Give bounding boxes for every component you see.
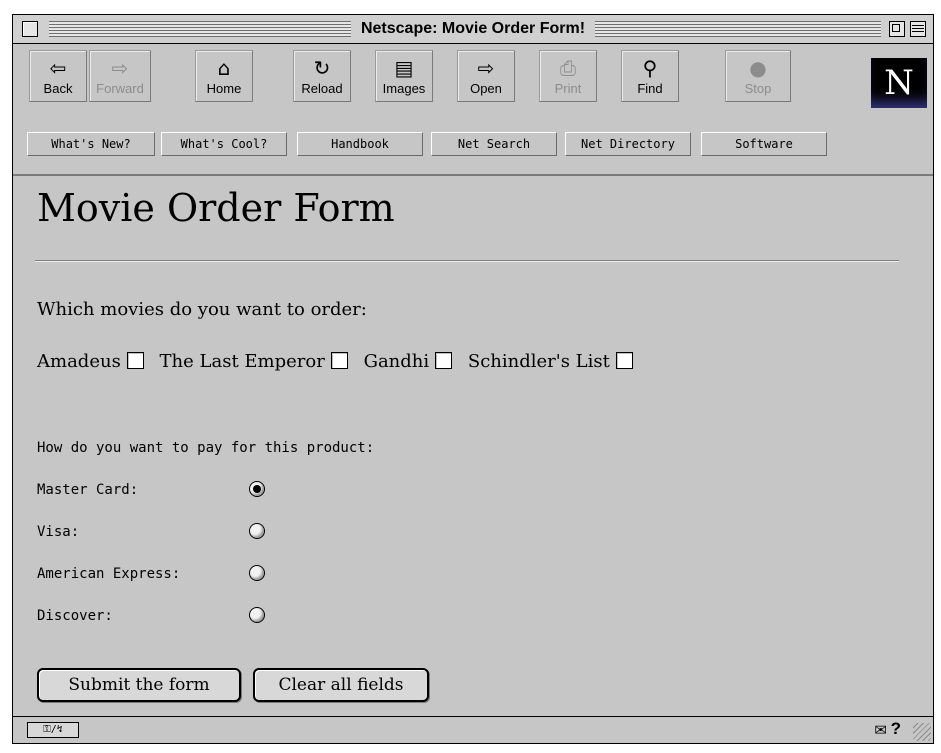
movie-options: Amadeus The Last Emperor Gandhi Schindle… [37,350,643,374]
open-label: Open [470,81,502,96]
status-bar: ⚿/↯ ✉ ? [13,716,933,743]
home-button[interactable]: ⌂ Home [195,50,253,102]
find-button[interactable]: ⚲ Find [621,50,679,102]
back-arrow-icon: ⇦ [49,56,67,80]
open-icon: ⇨ [477,56,495,80]
help-icon[interactable]: ? [891,720,901,738]
checkbox-the-last-emperor[interactable] [330,352,348,369]
collapse-box[interactable] [910,21,926,37]
handbook-button[interactable]: Handbook [297,132,423,156]
mail-icon[interactable]: ✉ [874,723,887,738]
net-search-button[interactable]: Net Search [431,132,557,156]
movie-option: The Last Emperor [160,350,348,374]
broken-key-icon[interactable]: ⚿/↯ [27,722,79,738]
home-icon: ⌂ [217,56,231,80]
net-directory-button[interactable]: Net Directory [565,132,691,156]
forward-arrow-icon: ⇨ [111,56,129,80]
payment-label: Master Card: [37,482,139,498]
resize-grip[interactable] [913,723,931,741]
page-title: Movie Order Form [37,186,395,230]
print-button[interactable]: ⎙ Print [539,50,597,102]
payment-option-master-card: Master Card: [37,480,265,500]
movie-option: Amadeus [37,350,144,374]
payment-option-american-express: American Express: [37,564,265,584]
movie-label: The Last Emperor [159,351,325,372]
clear-button[interactable]: Clear all fields [253,668,429,702]
movie-label: Gandhi [363,351,430,372]
toolbar: ⇦ Back ⇨ Forward ⌂ Home ↻ Reload ▤ Image… [13,44,933,176]
print-label: Print [554,81,582,96]
payment-label: American Express: [37,566,181,582]
movie-option: Schindler's List [468,350,633,374]
find-label: Find [637,81,663,96]
radio-american-express[interactable] [249,565,265,581]
checkbox-schindlers-list[interactable] [615,352,633,369]
software-button[interactable]: Software [701,132,827,156]
home-label: Home [206,81,242,96]
images-label: Images [382,81,426,96]
payment-question: How do you want to pay for this product: [37,440,375,456]
payment-option-discover: Discover: [37,606,265,626]
whats-new-button[interactable]: What's New? [27,132,155,156]
radio-master-card[interactable] [249,481,265,497]
zoom-box[interactable] [889,21,905,37]
movie-option: Gandhi [364,350,453,374]
checkbox-amadeus[interactable] [126,352,144,369]
radio-discover[interactable] [249,607,265,623]
horizontal-rule [35,260,899,262]
open-button[interactable]: ⇨ Open [457,50,515,102]
back-button[interactable]: ⇦ Back [29,50,87,102]
movie-label: Schindler's List [467,351,610,372]
window-title: Netscape: Movie Order Form! [350,18,596,40]
printer-icon: ⎙ [560,56,576,80]
images-icon: ▤ [394,56,414,80]
netscape-logo[interactable]: N [871,58,927,108]
checkbox-gandhi[interactable] [435,352,453,369]
back-label: Back [43,81,73,96]
reload-icon: ↻ [313,56,331,80]
forward-label: Forward [96,81,144,96]
forward-button[interactable]: ⇨ Forward [89,50,151,102]
submit-button[interactable]: Submit the form [37,668,241,702]
movie-label: Amadeus [37,351,121,372]
movie-question: Which movies do you want to order: [37,299,367,320]
whats-cool-button[interactable]: What's Cool? [161,132,287,156]
title-bar[interactable]: Netscape: Movie Order Form! [13,15,933,44]
reload-label: Reload [301,81,343,96]
images-button[interactable]: ▤ Images [375,50,433,102]
binoculars-icon: ⚲ [642,56,658,80]
payment-option-visa: Visa: [37,522,265,542]
payment-label: Discover: [37,608,113,624]
browser-window: Netscape: Movie Order Form! ⇦ Back ⇨ For… [12,14,934,744]
page-content: Movie Order Form Which movies do you wan… [13,176,933,717]
stop-button[interactable]: ● Stop [725,50,791,102]
radio-visa[interactable] [249,523,265,539]
payment-label: Visa: [37,524,80,540]
close-box[interactable] [22,21,38,37]
reload-button[interactable]: ↻ Reload [293,50,351,102]
stop-icon: ● [749,56,767,80]
stop-label: Stop [744,81,772,96]
